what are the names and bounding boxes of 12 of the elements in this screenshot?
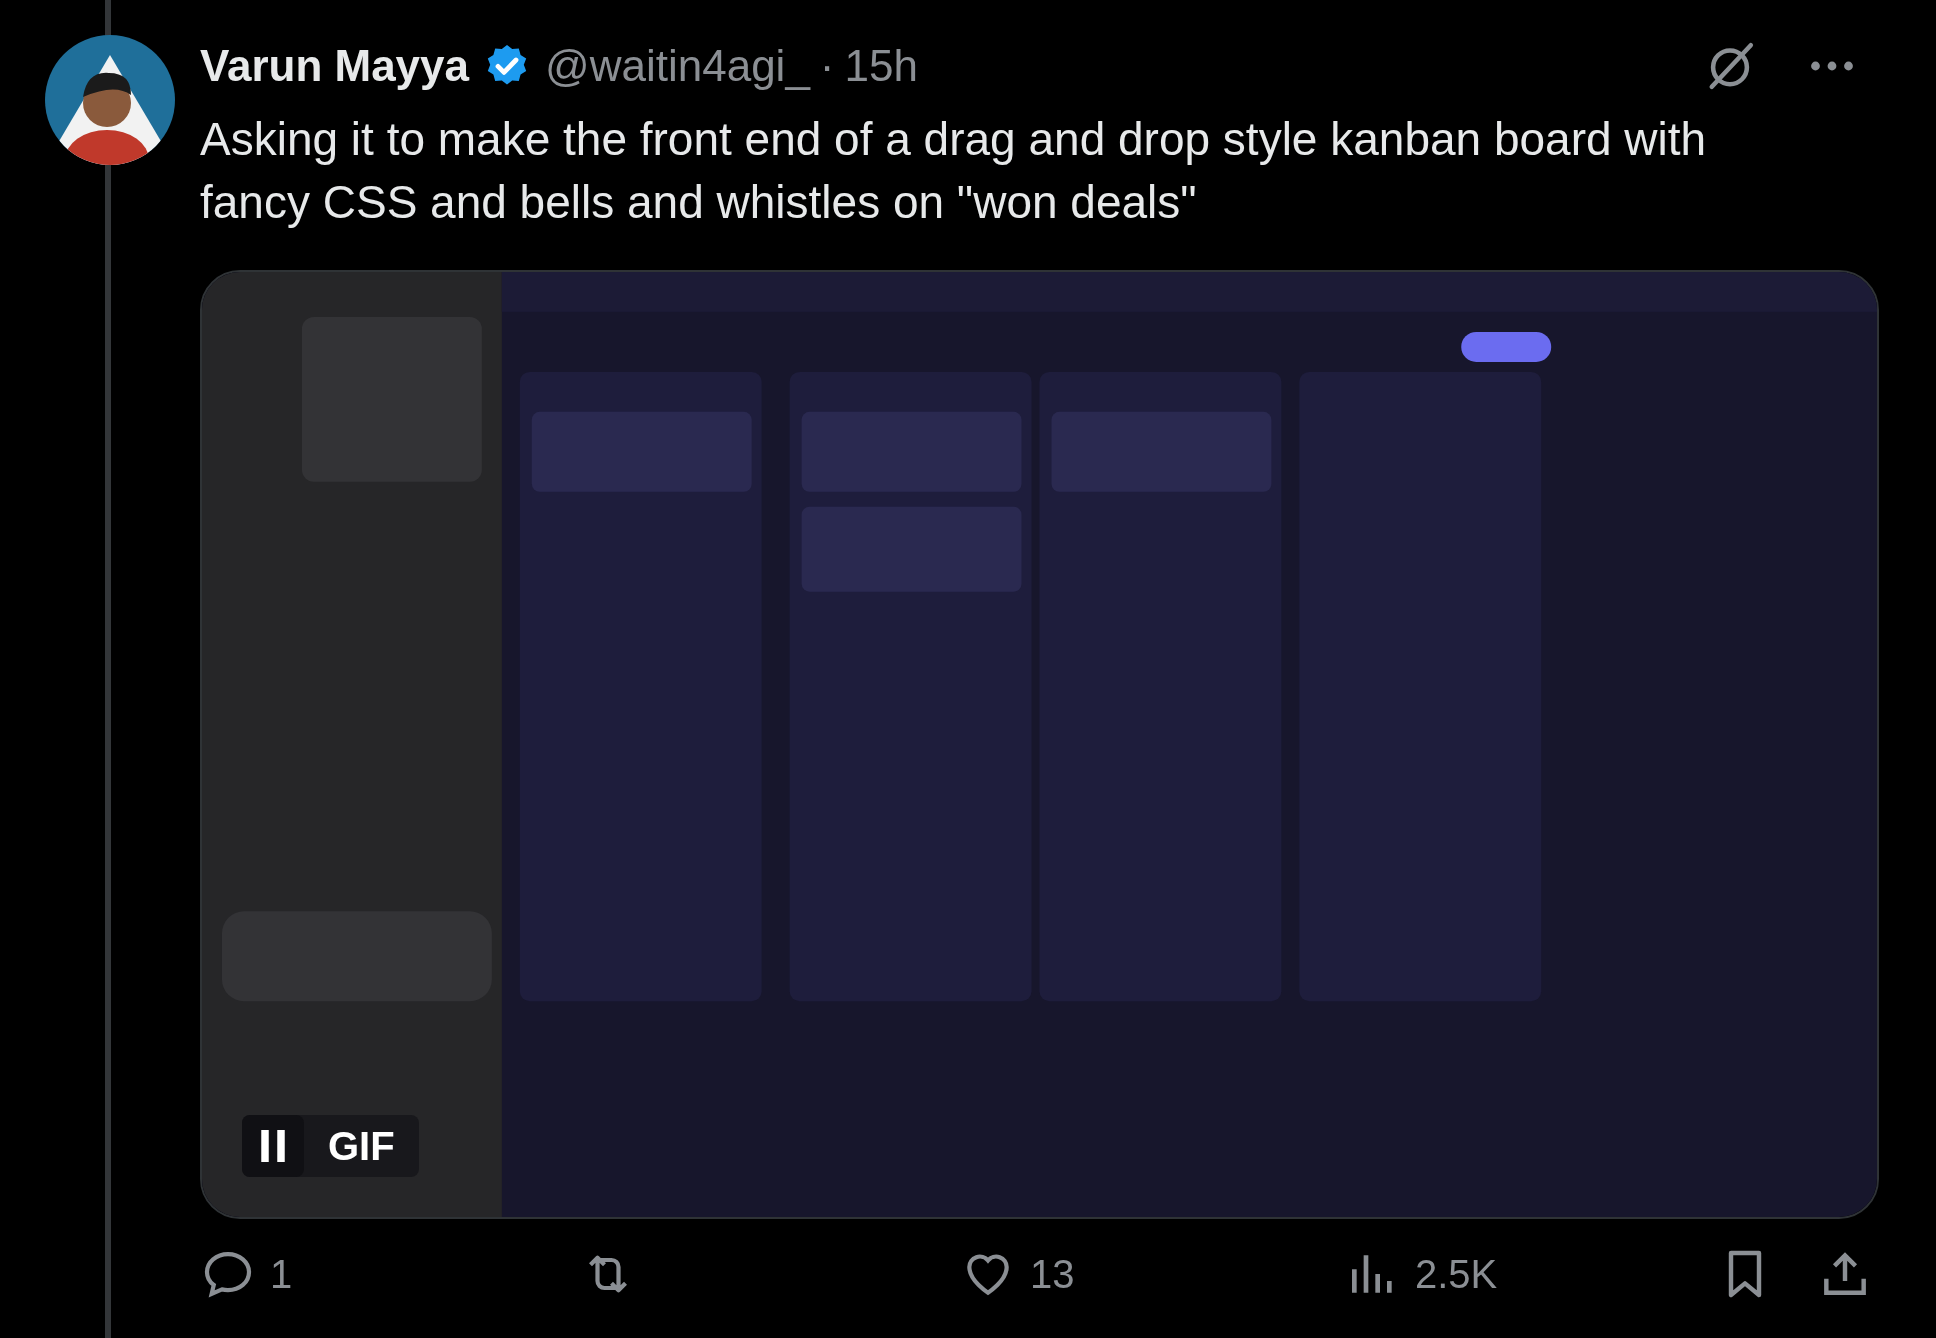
author-handle[interactable]: @waitin4agi_ xyxy=(545,41,810,91)
action-count: 1 xyxy=(270,1251,293,1297)
author-name[interactable]: Varun Mayya xyxy=(200,41,470,91)
separator: · xyxy=(819,41,835,91)
pause-button[interactable] xyxy=(242,1115,304,1177)
more-icon[interactable] xyxy=(1810,60,1854,72)
action-count: 13 xyxy=(1030,1251,1075,1297)
post-time[interactable]: 15h xyxy=(844,41,918,91)
action-count: 2.5K xyxy=(1415,1251,1498,1297)
pause-icon xyxy=(260,1130,286,1162)
gif-label: GIF xyxy=(327,1123,396,1170)
post-text: Asking it to make the front end of a drag and drop style kanban board with fancy CSS and bells and whistles on "won deals" xyxy=(200,112,1708,230)
